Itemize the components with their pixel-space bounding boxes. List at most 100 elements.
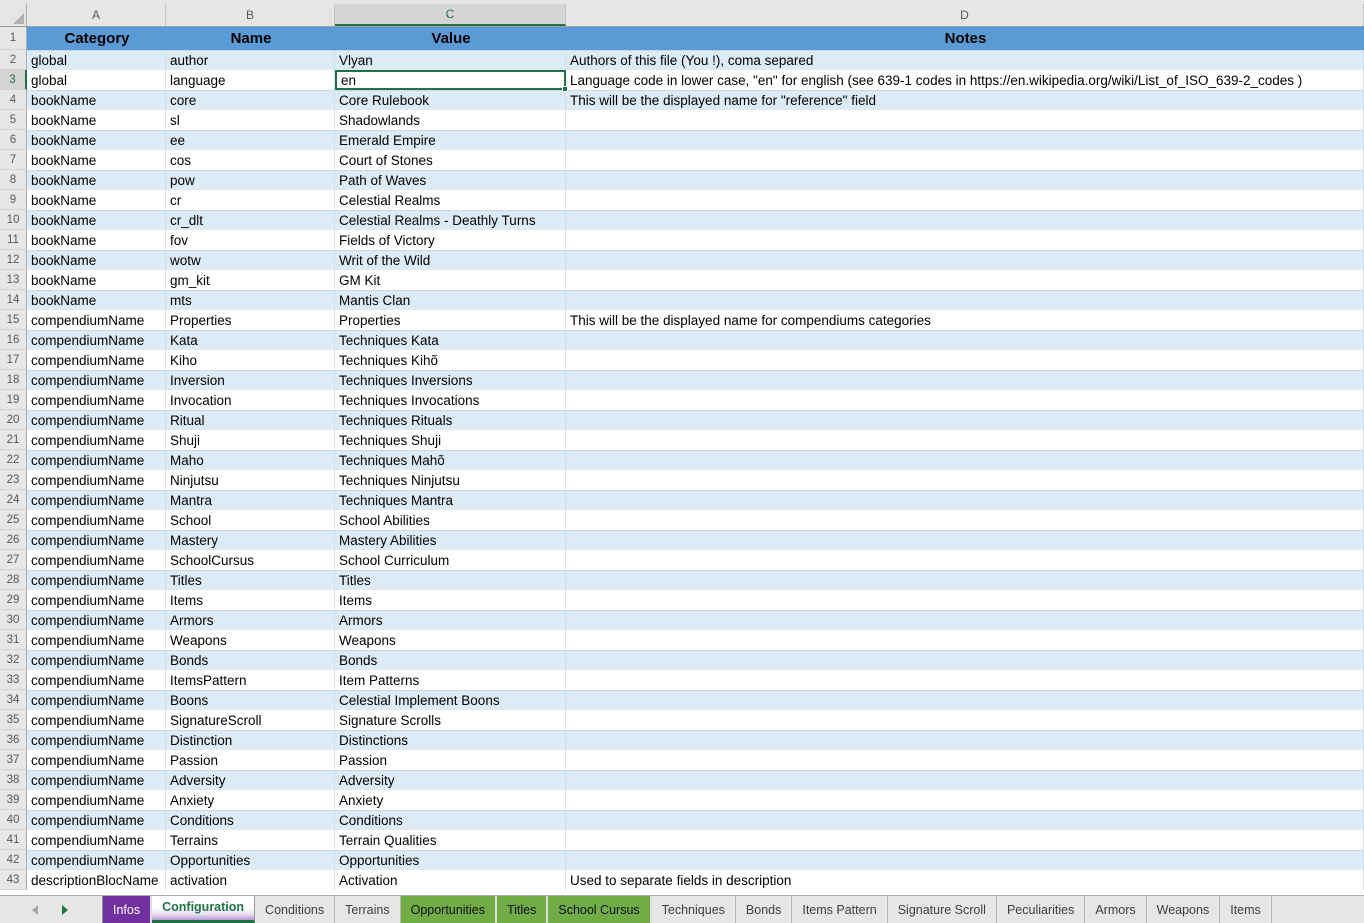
cell-C37[interactable]: Passion xyxy=(335,750,566,770)
cell-D25[interactable] xyxy=(566,510,1364,530)
cell-B42[interactable]: Opportunities xyxy=(166,850,335,870)
cell-A31[interactable]: compendiumName xyxy=(27,630,166,650)
cell-D2[interactable]: Authors of this file (You !), coma separ… xyxy=(566,50,1364,70)
cell-C27[interactable]: School Curriculum xyxy=(335,550,566,570)
cell-B33[interactable]: ItemsPattern xyxy=(166,670,335,690)
cell-D11[interactable] xyxy=(566,230,1364,250)
cell-A42[interactable]: compendiumName xyxy=(27,850,166,870)
cell-B16[interactable]: Kata xyxy=(166,330,335,350)
cell-C21[interactable]: Techniques Shuji xyxy=(335,430,566,450)
sheet-tab-conditions[interactable]: Conditions xyxy=(255,896,335,923)
cell-A18[interactable]: compendiumName xyxy=(27,370,166,390)
row-header-1[interactable]: 1 xyxy=(0,27,27,50)
row-header-8[interactable]: 8 xyxy=(0,170,27,190)
row-header-34[interactable]: 34 xyxy=(0,690,27,710)
cell-A20[interactable]: compendiumName xyxy=(27,410,166,430)
cell-C40[interactable]: Conditions xyxy=(335,810,566,830)
row-header-2[interactable]: 2 xyxy=(0,50,27,70)
cell-B31[interactable]: Weapons xyxy=(166,630,335,650)
cell-A37[interactable]: compendiumName xyxy=(27,750,166,770)
cell-C28[interactable]: Titles xyxy=(335,570,566,590)
cell-B28[interactable]: Titles xyxy=(166,570,335,590)
cell-A8[interactable]: bookName xyxy=(27,170,166,190)
row-header-4[interactable]: 4 xyxy=(0,90,27,110)
row-header-19[interactable]: 19 xyxy=(0,390,27,410)
cell-B5[interactable]: sl xyxy=(166,110,335,130)
cell-C41[interactable]: Terrain Qualities xyxy=(335,830,566,850)
cell-C19[interactable]: Techniques Invocations xyxy=(335,390,566,410)
sheet-tab-configuration[interactable]: Configuration xyxy=(152,896,255,923)
sheet-tab-infos[interactable]: Infos xyxy=(103,896,152,923)
cell-A11[interactable]: bookName xyxy=(27,230,166,250)
sheet-tab-weapons[interactable]: Weapons xyxy=(1147,896,1221,923)
row-header-12[interactable]: 12 xyxy=(0,250,27,270)
cell-D5[interactable] xyxy=(566,110,1364,130)
row-header-5[interactable]: 5 xyxy=(0,110,27,130)
cell-A5[interactable]: bookName xyxy=(27,110,166,130)
row-header-30[interactable]: 30 xyxy=(0,610,27,630)
cell-C7[interactable]: Court of Stones xyxy=(335,150,566,170)
cell-B38[interactable]: Adversity xyxy=(166,770,335,790)
cell-B41[interactable]: Terrains xyxy=(166,830,335,850)
row-header-36[interactable]: 36 xyxy=(0,730,27,750)
cell-D40[interactable] xyxy=(566,810,1364,830)
cell-B15[interactable]: Properties xyxy=(166,310,335,330)
sheet-tab-peculiarities[interactable]: Peculiarities xyxy=(997,896,1085,923)
row-header-43[interactable]: 43 xyxy=(0,870,27,890)
cell-B6[interactable]: ee xyxy=(166,130,335,150)
cell-A27[interactable]: compendiumName xyxy=(27,550,166,570)
cell-A25[interactable]: compendiumName xyxy=(27,510,166,530)
cell-B39[interactable]: Anxiety xyxy=(166,790,335,810)
cell-C15[interactable]: Properties xyxy=(335,310,566,330)
cell-C34[interactable]: Celestial Implement Boons xyxy=(335,690,566,710)
row-header-21[interactable]: 21 xyxy=(0,430,27,450)
row-header-31[interactable]: 31 xyxy=(0,630,27,650)
cell-D16[interactable] xyxy=(566,330,1364,350)
row-header-42[interactable]: 42 xyxy=(0,850,27,870)
cell-D3[interactable]: Language code in lower case, "en" for en… xyxy=(566,70,1364,90)
cell-D14[interactable] xyxy=(566,290,1364,310)
cell-A6[interactable]: bookName xyxy=(27,130,166,150)
cell-A43[interactable]: descriptionBlocName xyxy=(27,870,166,890)
cell-A29[interactable]: compendiumName xyxy=(27,590,166,610)
cell-C5[interactable]: Shadowlands xyxy=(335,110,566,130)
sheet-tab-techniques[interactable]: Techniques xyxy=(652,896,736,923)
row-header-20[interactable]: 20 xyxy=(0,410,27,430)
cell-A3[interactable]: global xyxy=(27,70,166,90)
cell-A40[interactable]: compendiumName xyxy=(27,810,166,830)
cell-A38[interactable]: compendiumName xyxy=(27,770,166,790)
cell-A21[interactable]: compendiumName xyxy=(27,430,166,450)
sheet-tab-items-pattern[interactable]: Items Pattern xyxy=(792,896,887,923)
cell-D1[interactable]: Notes xyxy=(566,27,1364,50)
cell-D19[interactable] xyxy=(566,390,1364,410)
cell-A28[interactable]: compendiumName xyxy=(27,570,166,590)
cell-C36[interactable]: Distinctions xyxy=(335,730,566,750)
row-header-23[interactable]: 23 xyxy=(0,470,27,490)
cell-B29[interactable]: Items xyxy=(166,590,335,610)
cell-D7[interactable] xyxy=(566,150,1364,170)
column-header-D[interactable]: D xyxy=(566,4,1364,26)
sheet-tab-opportunities[interactable]: Opportunities xyxy=(401,896,497,923)
row-header-27[interactable]: 27 xyxy=(0,550,27,570)
cell-D41[interactable] xyxy=(566,830,1364,850)
row-header-14[interactable]: 14 xyxy=(0,290,27,310)
cell-D21[interactable] xyxy=(566,430,1364,450)
cell-B22[interactable]: Maho xyxy=(166,450,335,470)
cell-C17[interactable]: Techniques Kihõ xyxy=(335,350,566,370)
cell-B25[interactable]: School xyxy=(166,510,335,530)
cell-A35[interactable]: compendiumName xyxy=(27,710,166,730)
cell-D23[interactable] xyxy=(566,470,1364,490)
sheet-tab-items[interactable]: Items xyxy=(1220,896,1272,923)
cell-D18[interactable] xyxy=(566,370,1364,390)
row-header-16[interactable]: 16 xyxy=(0,330,27,350)
cell-C10[interactable]: Celestial Realms - Deathly Turns xyxy=(335,210,566,230)
cell-D6[interactable] xyxy=(566,130,1364,150)
row-header-37[interactable]: 37 xyxy=(0,750,27,770)
sheet-nav-next-icon[interactable] xyxy=(62,905,68,915)
cell-C42[interactable]: Opportunities xyxy=(335,850,566,870)
cell-D42[interactable] xyxy=(566,850,1364,870)
cell-C35[interactable]: Signature Scrolls xyxy=(335,710,566,730)
cell-D32[interactable] xyxy=(566,650,1364,670)
cell-A7[interactable]: bookName xyxy=(27,150,166,170)
cell-A13[interactable]: bookName xyxy=(27,270,166,290)
